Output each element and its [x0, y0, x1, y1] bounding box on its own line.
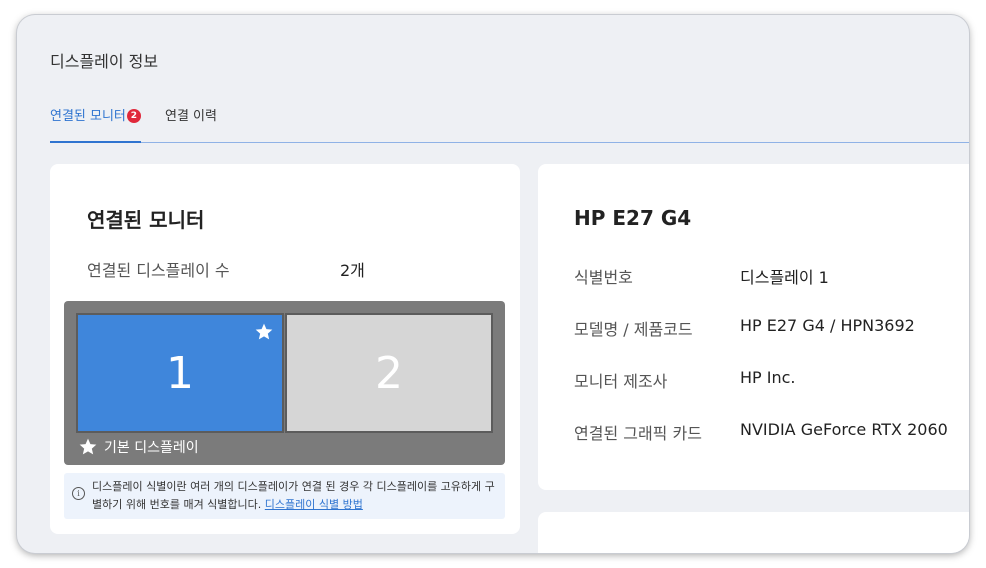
monitor-detail-title: HP E27 G4: [574, 206, 692, 230]
detail-value-model: HP E27 G4 / HPN3692: [740, 316, 915, 335]
detail-label-graphics-card: 연결된 그래픽 카드: [574, 424, 702, 443]
detail-label-model: 모델명 / 제품코드: [574, 320, 693, 339]
notification-badge: 2: [126, 109, 141, 123]
monitor-2-number: 2: [375, 347, 403, 399]
detail-label-manufacturer: 모니터 제조사: [574, 372, 668, 391]
window-title: 디스플레이 정보: [50, 52, 159, 71]
display-count-value: 2개: [340, 261, 365, 280]
info-icon: i: [72, 487, 85, 500]
tab-connection-history-label: 연결 이력: [165, 109, 217, 124]
connected-monitors-title: 연결된 모니터: [87, 208, 205, 232]
primary-star-icon: [255, 323, 273, 340]
monitor-1[interactable]: 1: [76, 313, 284, 433]
detail-value-manufacturer: HP Inc.: [740, 368, 796, 387]
secondary-card: [538, 512, 969, 553]
monitor-2[interactable]: 2: [285, 313, 493, 433]
star-icon: [79, 438, 97, 455]
monitor-detail-card: HP E27 G4 식별번호 디스플레이 1 모델명 / 제품코드 HP E27…: [538, 164, 969, 490]
display-identification-link[interactable]: 디스플레이 식별 방법: [265, 498, 363, 511]
tab-bar: 연결된 모니터 2 연결 이력: [50, 107, 969, 143]
detail-label-id: 식별번호: [574, 268, 633, 287]
primary-display-label: 기본 디스플레이: [104, 440, 199, 456]
info-text: 디스플레이 식별이란 여러 개의 디스플레이가 연결 된 경우 각 디스플레이를…: [92, 478, 497, 514]
detail-value-graphics-card: NVIDIA GeForce RTX 2060: [740, 420, 948, 439]
tab-connected-monitors-label: 연결된 모니터: [50, 109, 126, 124]
display-info-window: 디스플레이 정보 연결된 모니터 2 연결 이력 연결된 모니터 연결된 디스플레…: [17, 15, 969, 553]
info-box: i 디스플레이 식별이란 여러 개의 디스플레이가 연결 된 경우 각 디스플레…: [64, 473, 505, 519]
tab-connection-history[interactable]: 연결 이력: [165, 107, 217, 142]
primary-display-legend: 기본 디스플레이: [78, 437, 199, 457]
monitor-1-number: 1: [166, 347, 194, 399]
display-arrangement: 1 2 기본 디스플레이: [64, 301, 505, 465]
display-count-label: 연결된 디스플레이 수: [87, 261, 230, 280]
tab-connected-monitors[interactable]: 연결된 모니터 2: [50, 107, 141, 143]
connected-monitors-card: 연결된 모니터 연결된 디스플레이 수 2개 1 2 기본 디스플레이 i 디스…: [50, 164, 520, 534]
detail-value-id: 디스플레이 1: [740, 268, 829, 287]
